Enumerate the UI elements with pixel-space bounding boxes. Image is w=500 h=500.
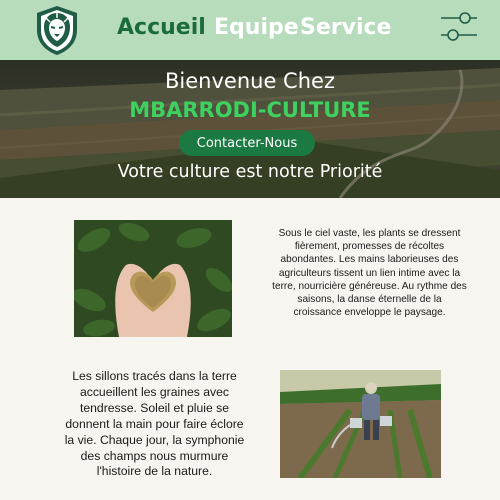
hero-welcome-text: Bienvenue Chez	[165, 69, 335, 93]
navbar: Accueil Equipe Service	[0, 0, 500, 60]
contact-button[interactable]: Contacter-Nous	[179, 130, 315, 156]
section-1-text: Sous le ciel vaste, les plants se dresse…	[272, 228, 467, 319]
hero-tagline: Votre culture est notre Priorité	[117, 162, 383, 182]
nav-equipe[interactable]: Equipe	[214, 15, 299, 40]
hero-banner: Bienvenue Chez MBARRODI-CULTURE Contacte…	[0, 60, 500, 198]
hero-brand-name: MBARRODI-CULTURE	[129, 98, 371, 122]
sliders-toggle-icon[interactable]	[440, 11, 478, 43]
farmer-watering-image	[280, 370, 441, 478]
section-2-text: Les sillons tracés dans la terre accueil…	[64, 369, 245, 479]
hands-grain-image	[74, 220, 232, 337]
nav-service[interactable]: Service	[300, 15, 391, 40]
lion-logo-icon[interactable]	[31, 4, 83, 56]
nav-accueil[interactable]: Accueil	[117, 15, 206, 40]
